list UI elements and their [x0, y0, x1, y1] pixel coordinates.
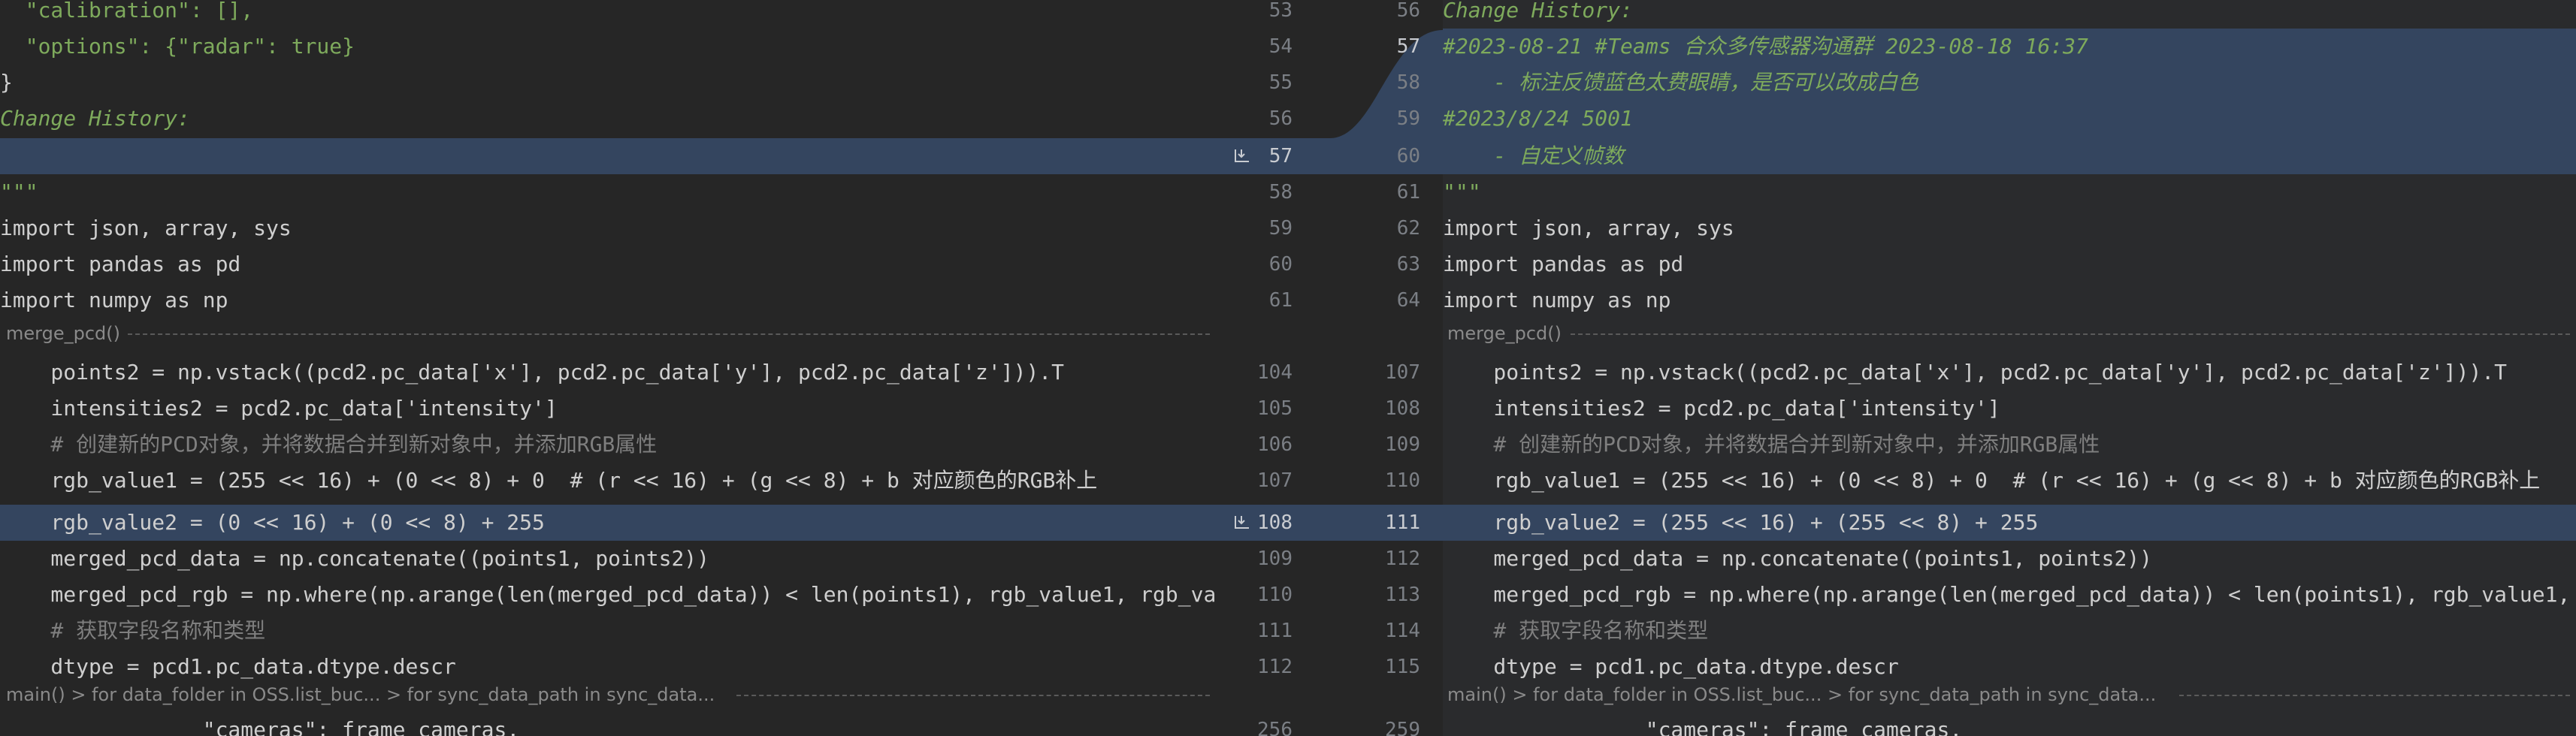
code-line[interactable]: merged_pcd_rgb = np.where(np.arange(len(… — [1443, 577, 2576, 613]
line-number: 55 — [1268, 71, 1293, 94]
fold-divider — [1571, 333, 2570, 336]
line-number: 108 — [1385, 397, 1420, 420]
line-number: 109 — [1385, 433, 1420, 456]
code-line[interactable]: import pandas as pd — [1443, 246, 2576, 282]
code-line[interactable]: #2023-08-21 #Teams 合众多传感器沟通群 2023-08-18 … — [1443, 29, 2576, 65]
code-line[interactable]: import pandas as pd — [0, 246, 1217, 282]
code-line[interactable] — [0, 138, 1217, 174]
code-line[interactable]: """ — [0, 174, 1217, 210]
code-line[interactable]: """ — [1443, 174, 2576, 210]
code-line[interactable]: rgb_value1 = (255 << 16) + (0 << 8) + 0 … — [0, 463, 1217, 499]
code-line[interactable]: points2 = np.vstack((pcd2.pc_data['x'], … — [0, 354, 1217, 391]
line-number: 59 — [1396, 107, 1420, 130]
line-number: 64 — [1396, 289, 1420, 312]
code-line[interactable]: import json, array, sys — [1443, 210, 2576, 246]
line-number: 256 — [1257, 719, 1293, 736]
code-line[interactable]: - 标注反馈蓝色太费眼睛，是否可以改成白色 — [1443, 65, 2576, 101]
code-line[interactable]: Change History: — [0, 101, 1217, 137]
line-number: 114 — [1385, 620, 1420, 642]
code-line[interactable]: #2023/8/24 5001 — [1443, 101, 2576, 137]
code-line[interactable]: # 获取字段名称和类型 — [1443, 613, 2576, 649]
line-number: 113 — [1385, 584, 1420, 606]
code-line[interactable]: Change History: — [1443, 0, 2576, 29]
line-number: 53 — [1268, 0, 1293, 22]
line-number: 112 — [1257, 656, 1293, 678]
code-line[interactable]: merged_pcd_data = np.concatenate((points… — [0, 541, 1217, 577]
line-number: 115 — [1385, 656, 1420, 678]
code-line[interactable]: # 获取字段名称和类型 — [0, 613, 1217, 649]
line-number: 62 — [1396, 217, 1420, 240]
line-number: 60 — [1268, 253, 1293, 276]
code-line[interactable]: "calibration": [], — [0, 0, 1217, 29]
code-line[interactable]: } — [0, 65, 1217, 101]
line-number: 110 — [1385, 469, 1420, 492]
code-line[interactable]: rgb_value2 = (255 << 16) + (255 << 8) + … — [1443, 505, 2576, 541]
code-line[interactable]: merged_pcd_data = np.concatenate((points… — [1443, 541, 2576, 577]
fold-marker[interactable]: merge_pcd() — [1447, 318, 1562, 348]
code-line[interactable]: intensities2 = pcd2.pc_data['intensity'] — [1443, 391, 2576, 427]
line-number: 60 — [1396, 145, 1420, 167]
diff-viewer: "calibration": [], "options": {"radar": … — [0, 0, 2576, 736]
line-number: 112 — [1385, 547, 1420, 570]
code-line[interactable]: # 创建新的PCD对象，并将数据合并到新对象中，并添加RGB属性 — [0, 427, 1217, 463]
breadcrumb[interactable]: main() > for data_folder in OSS.list_buc… — [6, 680, 715, 710]
code-line[interactable]: # 创建新的PCD对象，并将数据合并到新对象中，并添加RGB属性 — [1443, 427, 2576, 463]
line-number: 104 — [1257, 361, 1293, 384]
breadcrumb[interactable]: main() > for data_folder in OSS.list_buc… — [1447, 680, 2156, 710]
line-number: 58 — [1396, 71, 1420, 94]
code-line[interactable]: intensities2 = pcd2.pc_data['intensity'] — [0, 391, 1217, 427]
line-number: 105 — [1257, 397, 1293, 420]
code-line[interactable]: import json, array, sys — [0, 210, 1217, 246]
line-number: 111 — [1385, 511, 1420, 534]
line-number: 56 — [1268, 107, 1293, 130]
line-number: 61 — [1396, 181, 1420, 204]
code-line[interactable]: merged_pcd_rgb = np.where(np.arange(len(… — [0, 577, 1217, 613]
code-line[interactable]: import numpy as np — [1443, 282, 2576, 318]
code-line[interactable]: rgb_value2 = (0 << 16) + (0 << 8) + 255 — [0, 505, 1217, 541]
line-number: 58 — [1268, 181, 1293, 204]
code-line[interactable]: - 自定义帧数 — [1443, 138, 2576, 174]
code-line[interactable]: import numpy as np — [0, 282, 1217, 318]
line-number: 107 — [1257, 469, 1293, 492]
line-number: 59 — [1268, 217, 1293, 240]
line-number: 61 — [1268, 289, 1293, 312]
apply-change-icon[interactable] — [1232, 146, 1252, 166]
line-number: 111 — [1257, 620, 1293, 642]
code-line[interactable]: points2 = np.vstack((pcd2.pc_data['x'], … — [1443, 354, 2576, 391]
left-editor-pane[interactable]: "calibration": [], "options": {"radar": … — [0, 0, 1217, 736]
fold-divider — [2179, 695, 2570, 698]
fold-divider — [736, 695, 1210, 698]
code-line[interactable]: "options": {"radar": true} — [0, 29, 1217, 65]
code-line[interactable]: "cameras": frame_cameras, — [1443, 712, 2576, 736]
line-number: 57 — [1396, 35, 1420, 58]
line-number: 109 — [1257, 547, 1293, 570]
line-number: 106 — [1257, 433, 1293, 456]
line-number: 54 — [1268, 35, 1293, 58]
line-number: 63 — [1396, 253, 1420, 276]
line-number: 107 — [1385, 361, 1420, 384]
fold-divider — [128, 333, 1210, 336]
line-number: 110 — [1257, 584, 1293, 606]
fold-marker[interactable]: merge_pcd() — [6, 318, 120, 348]
apply-change-icon[interactable] — [1232, 513, 1252, 532]
code-line[interactable]: "cameras": frame_cameras, — [0, 712, 1217, 736]
line-number: 56 — [1396, 0, 1420, 22]
right-editor-pane[interactable]: Change History: #2023-08-21 #Teams 合众多传感… — [1443, 0, 2576, 736]
code-line[interactable]: rgb_value1 = (255 << 16) + (0 << 8) + 0 … — [1443, 463, 2576, 499]
line-number: 259 — [1385, 719, 1420, 736]
